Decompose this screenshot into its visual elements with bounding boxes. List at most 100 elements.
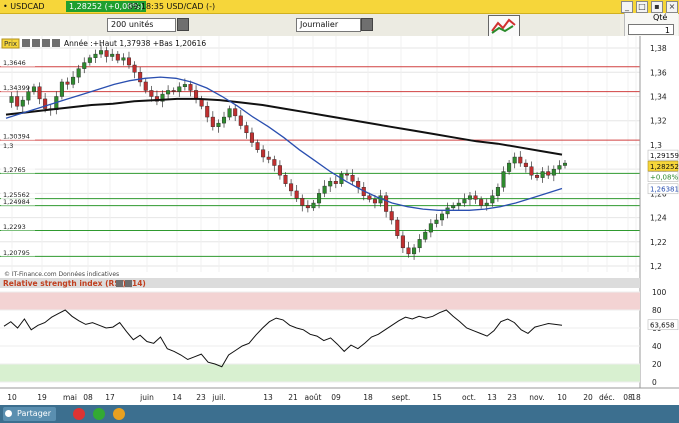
candle-body: [305, 205, 310, 209]
rsi-tick-label: 100: [652, 288, 667, 297]
candle-body: [76, 68, 81, 78]
candle-body: [440, 213, 445, 221]
pin-button[interactable]: ▪: [651, 1, 663, 13]
period-dropdown-button[interactable]: [361, 18, 373, 31]
candle-body: [222, 116, 227, 124]
rsi-tick-label: 20: [652, 360, 662, 369]
candle-body: [456, 202, 461, 206]
price-tick-label: 1,22: [650, 238, 667, 247]
data-source-note: © IT-Finance.com Données indicatives: [4, 271, 119, 278]
candle-body: [283, 174, 288, 184]
chart-tools-button[interactable]: [488, 15, 520, 37]
price-tag-label: 1,29159: [650, 152, 679, 160]
level-label: 1,24984: [3, 198, 30, 206]
quantity-label: Qté: [653, 13, 668, 22]
candle-body: [227, 108, 232, 118]
price-chart[interactable]: 1,36461,343991,303941,27651,255621,24984…: [0, 36, 679, 406]
legend-button-4[interactable]: [52, 39, 60, 47]
price-tick-label: 1,34: [650, 92, 667, 101]
rsi-tick-label: 40: [652, 342, 662, 351]
candle-body: [9, 96, 14, 103]
candle-body: [266, 156, 271, 160]
rsi-oversold-zone: [0, 364, 640, 382]
units-dropdown-button[interactable]: [177, 18, 189, 31]
candle-body: [529, 166, 534, 176]
candle-body: [412, 247, 417, 255]
candle-body: [490, 195, 495, 204]
candle-body: [143, 81, 148, 91]
date-tick-label: nov.: [529, 393, 545, 402]
date-tick-label: 13: [263, 393, 273, 402]
candle-body: [126, 57, 131, 66]
period-select[interactable]: Journalier: [296, 18, 361, 32]
share-label: Partager: [17, 409, 51, 418]
candle-body: [71, 76, 76, 85]
rsi-value-label: 63,658: [650, 322, 675, 330]
candle-body: [501, 171, 506, 188]
level-label: 1,2293: [3, 223, 26, 231]
candle-body: [188, 84, 193, 91]
date-tick-label: 23: [507, 393, 517, 402]
candle-body: [495, 187, 500, 196]
minimize-button[interactable]: _: [621, 1, 633, 13]
candle-body: [132, 64, 137, 73]
candle-body: [311, 202, 316, 209]
candle-body: [59, 81, 64, 97]
candle-body: [20, 99, 25, 107]
date-tick-label: 18: [363, 393, 373, 402]
candle-body: [244, 125, 249, 134]
clock-title: 09:18:35 USD/CAD (-): [128, 2, 216, 11]
date-axis: 10 19 mai 08 17 juin 14 23 juil. 13 21 août 09 18 sept…: [0, 387, 679, 406]
level-label: 1,2765: [3, 166, 26, 174]
price-tick-label: 1,38: [650, 44, 667, 53]
date-tick-label: 08: [83, 393, 93, 402]
candle-body: [317, 193, 322, 204]
candle-body: [367, 195, 372, 200]
alert-indicator-icon: [113, 408, 125, 420]
chart-tools-icon: [491, 18, 516, 34]
candle-body: [540, 171, 545, 178]
candle-body: [428, 223, 433, 233]
candle-body: [26, 91, 31, 101]
close-button[interactable]: ×: [666, 1, 678, 13]
candle-body: [216, 122, 221, 127]
candle-body: [182, 84, 187, 88]
candle-body: [110, 53, 115, 57]
quantity-input[interactable]: 1: [628, 24, 674, 35]
date-tick-label: 17: [105, 393, 115, 402]
candle-body: [322, 185, 327, 194]
level-label: 1,3646: [3, 59, 26, 67]
candle-body: [557, 165, 562, 170]
price-tag-label: 1,28252: [650, 163, 679, 171]
date-tick-label: 10: [557, 393, 567, 402]
maximize-button[interactable]: □: [636, 1, 648, 13]
date-tick-label: 13: [487, 393, 497, 402]
date-tick-label: 23: [196, 393, 206, 402]
candle-body: [350, 174, 355, 182]
legend-button-2[interactable]: [32, 39, 40, 47]
candle-body: [249, 132, 254, 143]
symbol-title: • USDCAD: [3, 2, 45, 11]
candle-body: [194, 90, 199, 100]
candle-body: [400, 235, 405, 249]
candle-body: [99, 50, 104, 55]
candle-body: [535, 174, 540, 178]
candle-body: [121, 57, 126, 61]
symbol-label: USDCAD: [10, 2, 45, 11]
rsi-button-2[interactable]: [125, 280, 132, 287]
candle-body: [104, 50, 109, 57]
date-tick-label: 19: [37, 393, 47, 402]
candle-body: [82, 62, 87, 69]
candle-body: [328, 181, 333, 187]
legend-button-3[interactable]: [42, 39, 50, 47]
candle-body: [166, 90, 171, 95]
date-tick-label: mai: [63, 393, 77, 402]
units-input[interactable]: 200 unités: [107, 18, 176, 32]
rsi-title: Relative strength index (RSI) (14): [3, 279, 146, 288]
legend-button-1[interactable]: [22, 39, 30, 47]
rsi-button-1[interactable]: [116, 280, 123, 287]
candle-body: [423, 231, 428, 240]
candle-body: [65, 81, 70, 85]
candle-body: [344, 173, 349, 176]
date-tick-label: 20: [583, 393, 593, 402]
